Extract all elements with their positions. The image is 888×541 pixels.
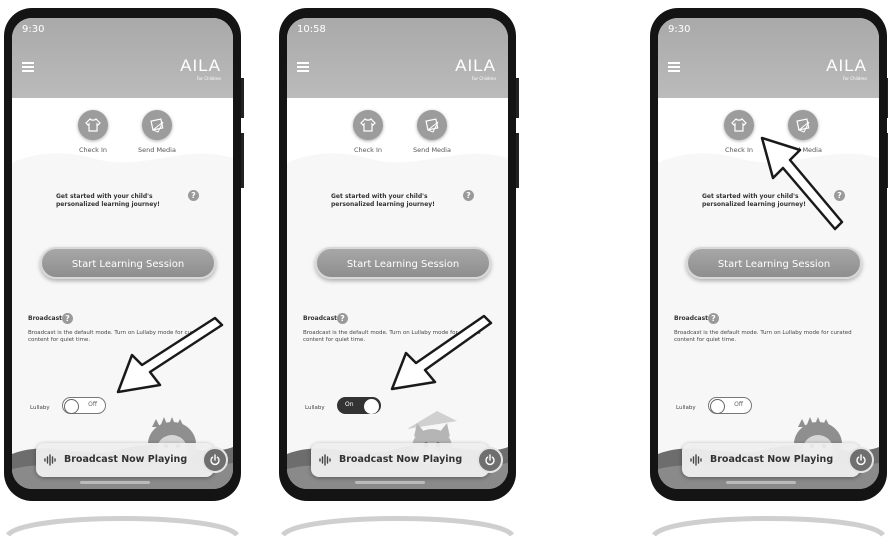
broadcast-help-icon[interactable]: ?: [708, 313, 719, 324]
status-time: 9:30: [668, 24, 691, 35]
hamburger-menu-icon[interactable]: [668, 62, 680, 74]
send-media-label: Send Media: [413, 146, 451, 154]
lullaby-toggle[interactable]: Off: [708, 397, 752, 414]
phone-mockup-3: 9:30 AILA For Children Check In Send Med…: [650, 8, 888, 501]
lullaby-toggle[interactable]: On: [337, 397, 381, 414]
lullaby-label: Lullaby: [305, 405, 325, 411]
phone-mockup-1: 9:30 AILA For Children Check In Send Med…: [4, 8, 244, 501]
hamburger-menu-icon[interactable]: [297, 62, 309, 74]
broadcast-title: Broadcast: [303, 315, 338, 322]
phone-mockup-2: 10:58 AILA For Children Check In Send Me…: [279, 8, 519, 501]
send-media-icon: [788, 110, 818, 140]
lullaby-toggle[interactable]: Off: [62, 397, 106, 414]
intro-text: Get started with your child's personaliz…: [56, 193, 160, 208]
phone-reflection: [5, 516, 240, 537]
toggle-state-label: Off: [88, 401, 97, 408]
shirt-icon: [353, 110, 383, 140]
send-media-icon: [417, 110, 447, 140]
help-icon[interactable]: ?: [463, 190, 474, 201]
sound-wave-icon: [690, 454, 702, 466]
status-time: 10:58: [297, 24, 326, 35]
hamburger-menu-icon[interactable]: [22, 62, 34, 74]
lullaby-label: Lullaby: [676, 405, 696, 411]
send-media-label: Send Media: [784, 146, 822, 154]
help-icon[interactable]: ?: [834, 190, 845, 201]
broadcast-help-icon[interactable]: ?: [337, 313, 348, 324]
toggle-knob: [364, 398, 379, 414]
check-in-label: Check In: [353, 146, 383, 154]
header-wave: [658, 98, 879, 163]
home-indicator: [355, 481, 425, 484]
broadcast-description: Broadcast is the default mode. Turn on L…: [674, 330, 852, 343]
app-logo-tagline: For Children: [471, 76, 496, 81]
now-playing-bar[interactable]: Broadcast Now Playing: [36, 443, 228, 477]
app-logo: AILA: [826, 56, 867, 75]
check-in-label: Check In: [724, 146, 754, 154]
lullaby-label: Lullaby: [30, 405, 50, 411]
toggle-state-label: On: [345, 401, 354, 408]
check-in-button[interactable]: Check In: [714, 110, 764, 154]
send-media-label: Send Media: [138, 146, 176, 154]
shirt-icon: [724, 110, 754, 140]
app-screen: 10:58 AILA For Children Check In Send Me…: [287, 18, 508, 489]
phone-reflection: [280, 516, 515, 537]
app-screen: 9:30 AILA For Children Check In Send Med…: [12, 18, 233, 489]
now-playing-bar[interactable]: Broadcast Now Playing: [682, 443, 874, 477]
start-learning-session-button[interactable]: Start Learning Session: [40, 247, 216, 279]
now-playing-bar[interactable]: Broadcast Now Playing: [311, 443, 503, 477]
start-learning-session-button[interactable]: Start Learning Session: [315, 247, 491, 279]
check-in-button[interactable]: Check In: [343, 110, 393, 154]
sound-wave-icon: [44, 454, 56, 466]
now-playing-label: Broadcast Now Playing: [64, 454, 188, 465]
help-icon[interactable]: ?: [188, 190, 199, 201]
toggle-state-label: Off: [734, 401, 743, 408]
app-screen: 9:30 AILA For Children Check In Send Med…: [658, 18, 879, 489]
phone-reflection: [651, 516, 886, 537]
shirt-icon: [78, 110, 108, 140]
intro-text: Get started with your child's personaliz…: [331, 193, 435, 208]
power-icon[interactable]: [202, 447, 228, 473]
send-media-button[interactable]: Send Media: [132, 110, 182, 154]
toggle-knob: [64, 398, 79, 414]
send-media-button[interactable]: Send Media: [407, 110, 457, 154]
app-logo: AILA: [455, 56, 496, 75]
broadcast-description: Broadcast is the default mode. Turn on L…: [303, 330, 481, 343]
broadcast-help-icon[interactable]: ?: [62, 313, 73, 324]
start-learning-session-button[interactable]: Start Learning Session: [686, 247, 862, 279]
power-icon[interactable]: [477, 447, 503, 473]
send-media-button[interactable]: Send Media: [778, 110, 828, 154]
intro-text: Get started with your child's personaliz…: [702, 193, 806, 208]
header-wave: [287, 98, 508, 163]
sound-wave-icon: [319, 454, 331, 466]
app-logo-tagline: For Children: [196, 76, 221, 81]
app-logo: AILA: [180, 56, 221, 75]
power-icon[interactable]: [848, 447, 874, 473]
app-logo-tagline: For Children: [842, 76, 867, 81]
home-indicator: [726, 481, 796, 484]
broadcast-title: Broadcast: [28, 315, 63, 322]
home-indicator: [80, 481, 150, 484]
header-wave: [12, 98, 233, 163]
send-media-icon: [142, 110, 172, 140]
now-playing-label: Broadcast Now Playing: [339, 454, 463, 465]
check-in-label: Check In: [78, 146, 108, 154]
broadcast-description: Broadcast is the default mode. Turn on L…: [28, 330, 206, 343]
check-in-button[interactable]: Check In: [68, 110, 118, 154]
status-time: 9:30: [22, 24, 45, 35]
toggle-knob: [710, 398, 725, 414]
broadcast-title: Broadcast: [674, 315, 709, 322]
now-playing-label: Broadcast Now Playing: [710, 454, 834, 465]
